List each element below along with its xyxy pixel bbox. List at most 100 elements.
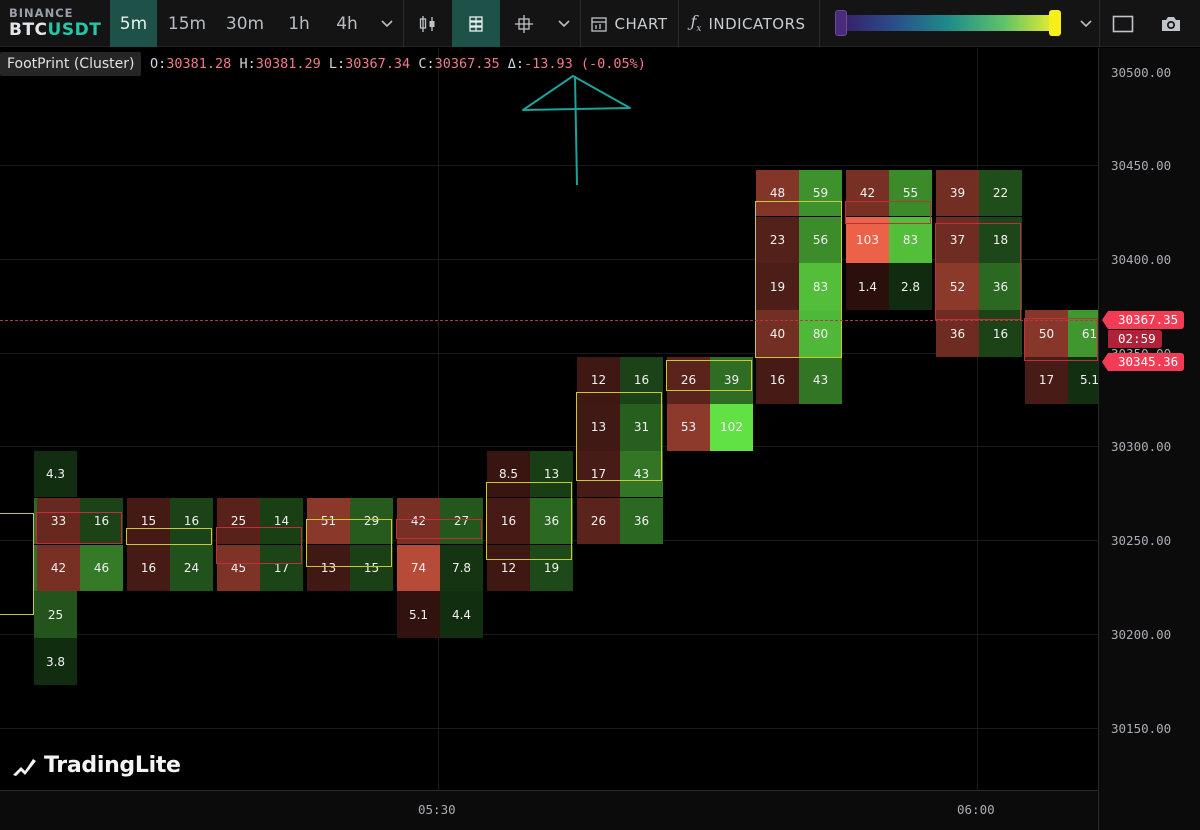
- indicators-button[interactable]: ƒx INDICATORS: [679, 0, 817, 47]
- footprint-icon: [469, 15, 483, 32]
- footprint-buy-cell: 4.4: [440, 591, 483, 638]
- candlestick-icon: [419, 15, 435, 32]
- footprint-buy-cell: 7.8: [440, 544, 483, 592]
- footprint-button[interactable]: [452, 0, 500, 47]
- footprint-buy-cell: 36: [979, 263, 1022, 310]
- time-axis[interactable]: 05:30 06:00: [0, 790, 1098, 830]
- footprint-buy-cell: 31: [620, 404, 663, 451]
- footprint-buy-cell: 61: [1068, 310, 1098, 357]
- footprint-buy-cell: 43: [799, 357, 842, 404]
- footprint-sell-cell: 36: [936, 310, 979, 357]
- footprint-sell-cell: 51: [307, 497, 350, 545]
- footprint-buy-cell: 16: [979, 310, 1022, 357]
- footprint-buy-cell: 46: [80, 544, 123, 592]
- footprint-sell-cell: 19: [756, 263, 799, 310]
- timeframe-more-button[interactable]: [374, 0, 400, 47]
- footprint-sell-cell: 40: [756, 310, 799, 357]
- crosshair-button[interactable]: [502, 0, 546, 47]
- timeframe-5m[interactable]: 5m: [110, 0, 157, 47]
- footprint-sell-cell: 26: [577, 497, 620, 545]
- footprint-buy-cell: 24: [170, 544, 213, 592]
- chart-area[interactable]: 4.33841253.83316424615161624251445175129…: [0, 48, 1098, 790]
- time-tick: 05:30: [418, 802, 456, 817]
- chevron-down-icon: [381, 19, 393, 27]
- footprint-buy-cell: 17: [260, 544, 303, 592]
- footprint-sell-cell: 53: [667, 404, 710, 451]
- footprint-buy-cell: 5.1: [1068, 357, 1098, 404]
- price-tick: 30250.00: [1111, 533, 1172, 548]
- price-axis[interactable]: 30500.00 30450.00 30400.00 30350.00 3030…: [1098, 48, 1200, 830]
- footprint-sell-cell: 1.4: [846, 263, 889, 310]
- price-tick: 30500.00: [1111, 65, 1172, 80]
- tradinglite-logo: TradingLite: [12, 753, 181, 778]
- candle-countdown: 02:59: [1108, 330, 1162, 348]
- footprint-sell-cell: 26: [667, 357, 710, 404]
- heatmap-gradient-slider[interactable]: [838, 15, 1058, 31]
- footprint-buy-cell: 36: [530, 497, 573, 545]
- chevron-down-icon: [1080, 19, 1092, 27]
- footprint-sell-cell: 5.1: [397, 591, 440, 638]
- price-tick: 30450.00: [1111, 158, 1172, 173]
- footprint-buy-cell: 80: [799, 310, 842, 357]
- crosshair-menu-button[interactable]: [550, 0, 578, 47]
- price-tick: 30150.00: [1111, 721, 1172, 736]
- candlestick-button[interactable]: [404, 0, 452, 47]
- footprint-buy-cell: 27: [440, 497, 483, 545]
- footprint-sell-cell: 42: [37, 544, 80, 592]
- timeframe-4h[interactable]: 4h: [326, 0, 368, 47]
- footprint-sell-cell: 12: [577, 357, 620, 404]
- crosshair-icon: [515, 14, 533, 33]
- footprint-buy-cell: 2.8: [889, 263, 932, 310]
- footprint-sell-cell: 33: [37, 497, 80, 545]
- last-price-tag: 30367.35: [1101, 311, 1185, 329]
- footprint-buy-cell: 4.3: [34, 450, 77, 498]
- top-toolbar: BINANCE BTCUSDT 5m 15m 30m 1h 4h CHART ƒ…: [0, 0, 1200, 47]
- timeframe-1h[interactable]: 1h: [278, 0, 320, 47]
- footprint-sell-cell: 25: [217, 497, 260, 545]
- camera-icon: [1162, 16, 1180, 31]
- footprint-buy-cell: 29: [350, 497, 393, 545]
- footprint-buy-cell: 39: [710, 357, 753, 404]
- footprint-buy-cell: 83: [799, 263, 842, 310]
- marker-price-tag: 30345.36: [1101, 353, 1185, 371]
- footprint-buy-cell: 16: [620, 357, 663, 404]
- brand-name: TradingLite: [44, 753, 181, 778]
- gradient-max-handle[interactable]: [1049, 10, 1061, 36]
- chart-label: CHART: [614, 14, 668, 33]
- ohlc-readout: O:30381.28 H:30381.29 L:30367.34 C:30367…: [150, 56, 646, 72]
- gradient-min-handle[interactable]: [835, 10, 847, 36]
- timeframe-30m[interactable]: 30m: [218, 0, 272, 47]
- footprint-sell-cell: 15: [127, 497, 170, 545]
- footprint-sell-cell: 12: [487, 544, 530, 592]
- timeframe-15m[interactable]: 15m: [160, 0, 214, 47]
- price-tick: 30300.00: [1111, 439, 1172, 454]
- tradinglite-logo-icon: [13, 758, 36, 776]
- footprint-buy-cell: 25: [34, 591, 77, 638]
- footprint-sell-cell: 17: [577, 450, 620, 498]
- arrow-annotation: [522, 75, 631, 186]
- chart-settings-button[interactable]: CHART: [581, 0, 677, 47]
- footprint-buy-cell: 14: [260, 497, 303, 545]
- indicators-label: INDICATORS: [708, 14, 806, 33]
- symbol-selector[interactable]: BINANCE BTCUSDT: [0, 0, 108, 47]
- footprint-buy-cell: 19: [530, 544, 573, 592]
- footprint-sell-cell: 74: [397, 544, 440, 592]
- indicator-legend[interactable]: FootPrint (Cluster): [0, 52, 142, 76]
- function-icon: ƒx: [690, 12, 702, 35]
- price-tick: 30400.00: [1111, 252, 1172, 267]
- fullscreen-button[interactable]: [1100, 0, 1146, 47]
- footprint-sell-cell: 45: [217, 544, 260, 592]
- footprint-buy-cell: 102: [710, 404, 753, 451]
- screenshot-button[interactable]: [1148, 0, 1194, 47]
- price-tick: 30200.00: [1111, 627, 1172, 642]
- footprint-buy-cell: 15: [350, 544, 393, 592]
- footprint-sell-cell: 17: [1025, 357, 1068, 404]
- footprint-buy-cell: 16: [170, 497, 213, 545]
- last-price-line: [0, 320, 1098, 321]
- footprint-sell-cell: 13: [577, 404, 620, 451]
- exchange-label: BINANCE: [9, 6, 74, 20]
- footprint-sell-cell: 52: [936, 263, 979, 310]
- fullscreen-icon: [1112, 15, 1134, 32]
- gradient-menu-button[interactable]: [1074, 0, 1098, 47]
- footprint-buy-cell: 16: [80, 497, 123, 545]
